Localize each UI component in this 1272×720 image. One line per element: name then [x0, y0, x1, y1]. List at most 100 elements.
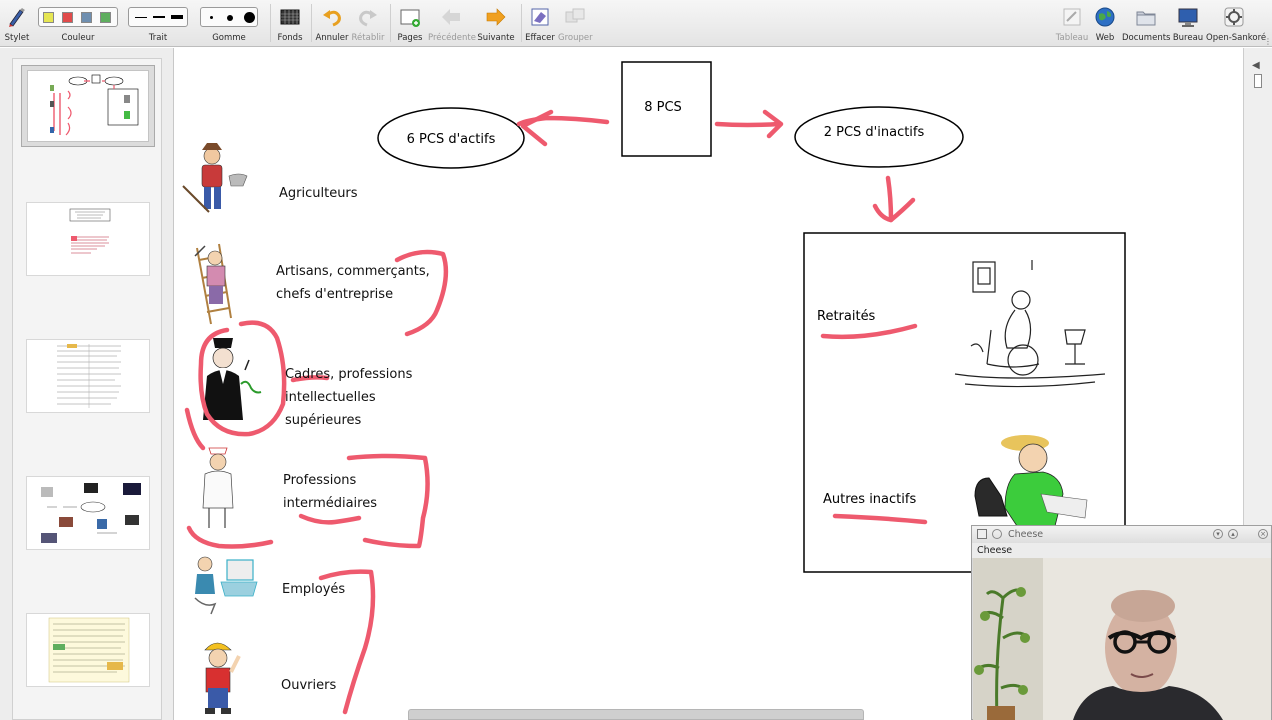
category-line: Cadres, professions	[285, 367, 413, 382]
more-icon[interactable]: ⋮	[1264, 37, 1272, 46]
toolbar-separator	[390, 4, 391, 42]
thumbnail-page-2[interactable]	[26, 202, 150, 276]
pen-icon	[9, 8, 25, 27]
previous-page-button[interactable]: Précédente	[428, 2, 476, 45]
undo-button[interactable]: Annuler	[315, 2, 349, 45]
category-line: Artisans, commerçants,	[276, 264, 430, 279]
thumbnails-list[interactable]	[12, 58, 162, 720]
horizontal-scrollbar[interactable]	[408, 709, 864, 720]
main-toolbar: Stylet Couleur Trait Gomme Fonds Annuler…	[0, 0, 1272, 47]
webcam-window[interactable]: Cheese ▾ ▴ × Cheese	[971, 525, 1272, 720]
thumbnail-page-5[interactable]	[26, 613, 150, 687]
thumbnail-drawing	[50, 74, 139, 136]
eraser-size-icon[interactable]	[200, 7, 258, 27]
thumbnail-page-3[interactable]	[26, 339, 150, 413]
group-label: Grouper	[558, 33, 593, 43]
employee-illustration	[194, 556, 258, 615]
next-page-button[interactable]: Suivante	[476, 2, 516, 45]
group-button[interactable]: Grouper	[558, 2, 593, 45]
category-professions-intermediaires[interactable]: Professions intermédiaires	[283, 469, 377, 515]
category-line: Ouvriers	[281, 678, 337, 693]
window-menu-icon[interactable]	[977, 529, 987, 539]
board-label: Tableau	[1055, 33, 1089, 43]
group-icon	[565, 8, 585, 23]
line-width-tool[interactable]: Trait	[126, 2, 190, 45]
category-artisans[interactable]: Artisans, commerçants, chefs d'entrepris…	[276, 260, 430, 306]
category-line: supérieures	[285, 413, 362, 428]
web-button[interactable]: Web	[1091, 2, 1119, 45]
category-line: chefs d'entreprise	[276, 287, 394, 302]
webcam-menu-item[interactable]: Cheese	[977, 545, 1012, 556]
swatch-red[interactable]	[62, 12, 73, 23]
category-cadres[interactable]: Cadres, professions intellectuelles supé…	[285, 363, 412, 432]
inactive-ellipse-label: 2 PCS d'inactifs	[824, 125, 925, 140]
documents-button[interactable]: Documents	[1122, 2, 1170, 45]
webcam-menubar: Cheese	[972, 543, 1271, 558]
retired-label: Retraités	[817, 309, 876, 324]
undo-icon	[323, 10, 341, 27]
erase-all-button[interactable]: Effacer	[524, 2, 556, 45]
next-arrow-icon	[486, 8, 506, 26]
desktop-button[interactable]: Bureau	[1172, 2, 1204, 45]
stylet-label: Stylet	[4, 33, 30, 43]
line-width-icon[interactable]	[128, 7, 188, 27]
maximize-icon[interactable]: ▴	[1228, 529, 1238, 539]
inactive-box[interactable]	[803, 232, 1126, 573]
toolbar-separator	[521, 4, 522, 42]
undo-label: Annuler	[315, 33, 349, 43]
active-ellipse-label: 6 PCS d'actifs	[407, 132, 496, 147]
root-box-label: 8 PCS	[644, 100, 682, 115]
stylet-tool[interactable]: Stylet	[2, 2, 32, 45]
farmer-illustration	[182, 143, 248, 213]
thumbnail-page-4[interactable]	[26, 476, 150, 550]
thumbnail-drawing	[57, 344, 121, 408]
nurse-illustration	[202, 447, 234, 528]
thumbnail-page-1[interactable]	[21, 65, 155, 147]
palette-toggle-icon[interactable]	[1254, 74, 1262, 88]
webcam-title: Cheese	[1008, 529, 1044, 540]
swatch-blue[interactable]	[81, 12, 92, 23]
globe-icon	[1095, 7, 1115, 27]
category-line: intermédiaires	[283, 496, 377, 511]
background-grid-icon	[280, 9, 300, 25]
category-employes[interactable]: Employés	[282, 578, 345, 601]
webcam-frame	[973, 558, 1271, 720]
desktop-icon	[1178, 8, 1198, 27]
board-icon	[1063, 8, 1081, 26]
toolbar-separator	[270, 4, 271, 42]
color-tool[interactable]: Couleur	[36, 2, 120, 45]
eraser-label: Gomme	[212, 33, 246, 43]
swatch-green[interactable]	[100, 12, 111, 23]
folder-icon	[1136, 11, 1156, 26]
thumbnail-preview	[27, 70, 149, 142]
line-width-label: Trait	[148, 33, 168, 43]
close-icon[interactable]: ×	[1258, 529, 1268, 539]
web-label: Web	[1095, 33, 1115, 43]
category-line: intellectuelles	[285, 390, 376, 405]
color-swatches[interactable]	[38, 7, 118, 27]
minimize-icon[interactable]: ▾	[1213, 529, 1223, 539]
previous-label: Précédente	[428, 33, 476, 43]
eraser-tool[interactable]: Gomme	[198, 2, 260, 45]
category-ouvriers[interactable]: Ouvriers	[281, 674, 336, 697]
worker-illustration	[204, 642, 241, 714]
color-label: Couleur	[61, 33, 95, 43]
expand-palette-icon[interactable]: ◀	[1252, 60, 1260, 71]
webcam-titlebar[interactable]: Cheese ▾ ▴ ×	[972, 526, 1271, 543]
window-pin-icon[interactable]	[992, 529, 1002, 539]
add-page-icon	[400, 9, 420, 27]
category-line: Professions	[283, 473, 357, 488]
sankore-app: Stylet Couleur Trait Gomme Fonds Annuler…	[0, 0, 1272, 720]
pages-label: Pages	[397, 33, 423, 43]
redo-button[interactable]: Rétablir	[351, 2, 385, 45]
board-mode-button[interactable]: Tableau	[1055, 2, 1089, 45]
background-tool[interactable]: Fonds	[274, 2, 306, 45]
thumbnail-drawing	[41, 483, 141, 543]
redo-icon	[359, 10, 377, 27]
swatch-yellow[interactable]	[43, 12, 54, 23]
artisan-illustration	[194, 243, 232, 325]
category-agriculteurs[interactable]: Agriculteurs	[279, 182, 358, 205]
category-line: Employés	[282, 582, 346, 597]
add-page-button[interactable]: Pages	[394, 2, 426, 45]
open-sankore-button[interactable]: Open-Sankoré	[1206, 2, 1266, 45]
